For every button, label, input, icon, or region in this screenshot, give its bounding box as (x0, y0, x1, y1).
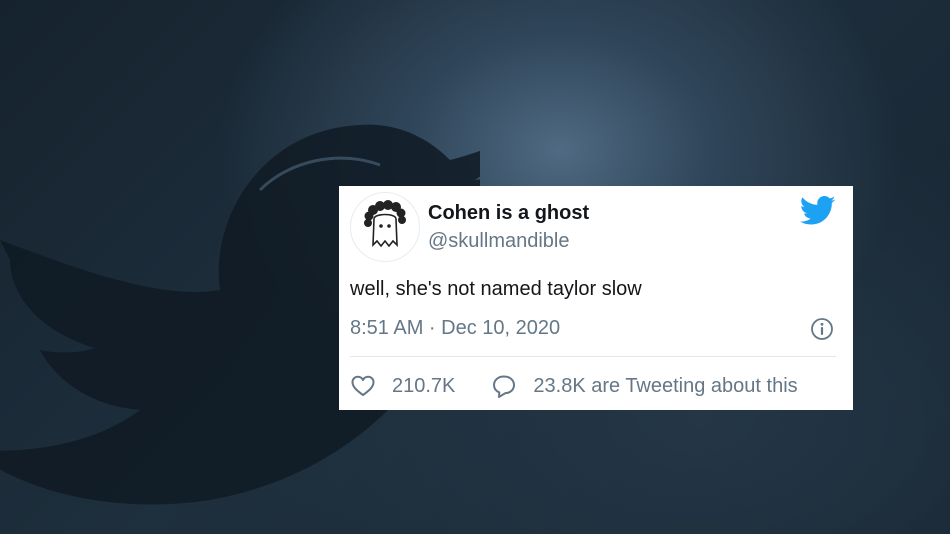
like-count: 210.7K (392, 374, 456, 397)
user-avatar[interactable] (350, 192, 420, 262)
twitter-bird-icon[interactable] (800, 196, 836, 226)
tweet-actions: 210.7K 23.8K are Tweeting about this (350, 372, 798, 400)
conversation-label: 23.8K are Tweeting about this (533, 374, 798, 397)
tweet-card[interactable]: Cohen is a ghost @skullmandible well, sh… (339, 186, 853, 410)
tweet-timestamp[interactable]: 8:51 AM · Dec 10, 2020 (350, 317, 560, 340)
background-image: Cohen is a ghost @skullmandible well, sh… (0, 0, 950, 534)
heart-icon (351, 375, 375, 396)
user-display-name[interactable]: Cohen is a ghost (428, 202, 589, 225)
tweet-text: well, she's not named taylor slow (350, 278, 642, 300)
user-handle[interactable]: @skullmandible (428, 230, 569, 253)
conversation-button[interactable]: 23.8K are Tweeting about this (491, 373, 798, 399)
speech-bubble-icon (493, 375, 516, 398)
like-button[interactable]: 210.7K (350, 373, 455, 399)
ghost-avatar-icon (364, 200, 406, 248)
divider (350, 356, 836, 357)
info-icon[interactable] (809, 316, 835, 342)
